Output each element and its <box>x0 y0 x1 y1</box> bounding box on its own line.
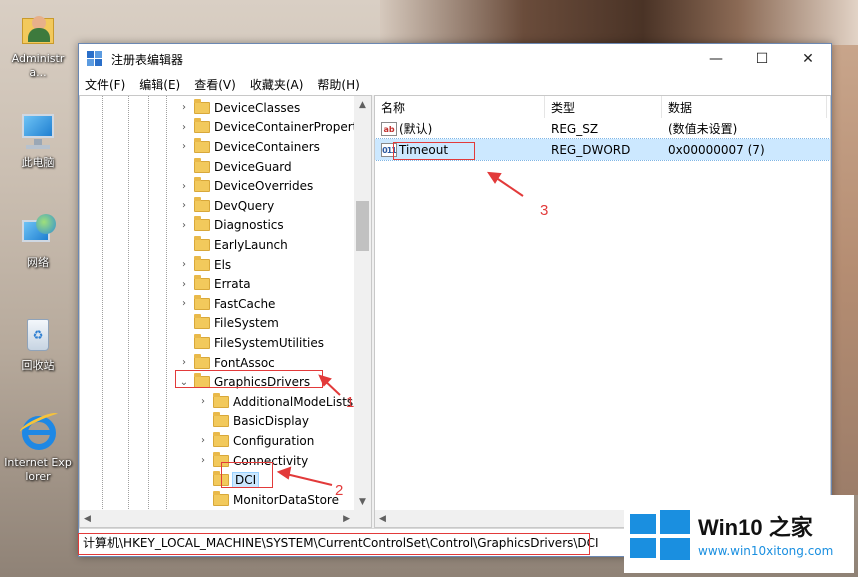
watermark: Win10 之家 www.win10xitong.com <box>624 495 854 573</box>
watermark-url: www.win10xitong.com <box>698 544 834 558</box>
annotation-arrows <box>276 171 524 486</box>
annotation-number-2: 2 <box>335 482 344 499</box>
annotation-number-3: 3 <box>540 202 549 219</box>
windows-logo-icon <box>630 508 690 560</box>
watermark-title: Win10 之家 <box>698 515 813 540</box>
annotation-number-1: 1 <box>346 394 355 411</box>
